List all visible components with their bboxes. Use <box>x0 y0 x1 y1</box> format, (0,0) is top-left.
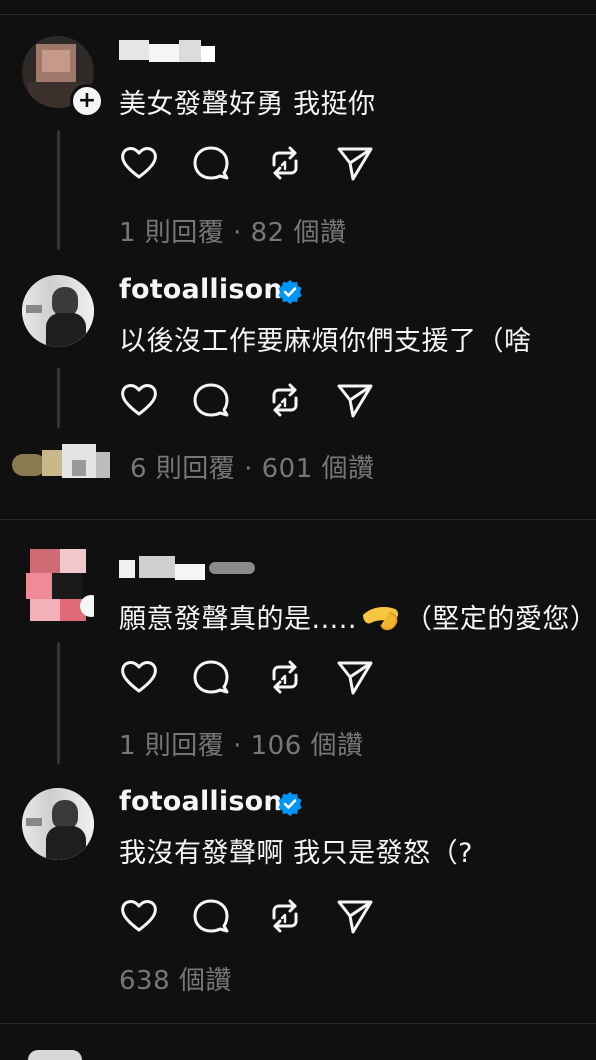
avatar[interactable] <box>22 788 94 860</box>
action-bar <box>119 657 399 697</box>
top-divider <box>0 14 596 15</box>
repost-button[interactable] <box>265 896 305 936</box>
heart-icon <box>121 147 157 179</box>
replies-link[interactable]: 1 則回覆 <box>119 218 224 248</box>
likes-count[interactable]: 638 個讚 <box>119 966 232 996</box>
repost-button[interactable] <box>265 657 305 697</box>
comment-text-part: （堅定的愛您） <box>404 604 596 635</box>
share-button[interactable] <box>335 380 375 420</box>
heart-icon <box>121 900 157 932</box>
likes-count[interactable]: 106 個讚 <box>251 731 364 761</box>
verified-badge-icon <box>278 280 302 304</box>
comment-stats: 1 則回覆 · 106 個讚 <box>119 725 364 762</box>
comment-text: 美女發聲好勇 我挺你 <box>119 89 376 120</box>
like-button[interactable] <box>119 380 159 420</box>
username-censored <box>119 556 259 582</box>
share-button[interactable] <box>335 657 375 697</box>
comment-text-part: 願意發聲真的是..... <box>119 604 357 635</box>
repost-icon <box>272 383 298 417</box>
heart-icon <box>121 384 157 416</box>
next-item-partial <box>28 1050 82 1060</box>
thread-line <box>57 368 60 428</box>
likes-count[interactable]: 601 個讚 <box>262 454 375 484</box>
username-censored <box>119 40 215 66</box>
comment-button[interactable] <box>191 896 231 936</box>
verified-badge-icon <box>278 792 302 816</box>
action-bar <box>119 896 399 936</box>
likes-count[interactable]: 82 個讚 <box>251 218 347 248</box>
comment-button[interactable] <box>191 657 231 697</box>
username[interactable]: fotoallison <box>119 274 283 305</box>
heart-icon <box>121 661 157 693</box>
stats-separator: · <box>233 731 242 761</box>
thread-divider <box>0 519 596 520</box>
thread-line <box>57 642 60 764</box>
comment-text: 我沒有發聲啊 我只是發怒（? <box>119 838 473 869</box>
action-bar <box>119 143 399 183</box>
like-button[interactable] <box>119 896 159 936</box>
replies-link[interactable]: 6 則回覆 <box>130 454 235 484</box>
share-button[interactable] <box>335 143 375 183</box>
action-bar <box>119 380 399 420</box>
stats-separator: · <box>244 454 253 484</box>
send-icon <box>337 384 373 418</box>
comment-stats: 1 則回覆 · 82 個讚 <box>119 212 346 249</box>
username[interactable]: fotoallison <box>119 786 283 817</box>
comment-bubble-icon <box>193 899 229 933</box>
repost-button[interactable] <box>265 380 305 420</box>
share-button[interactable] <box>335 896 375 936</box>
reply-stats: 6 則回覆 · 601 個讚 <box>130 448 375 485</box>
repost-icon <box>272 660 298 694</box>
send-icon <box>337 147 373 181</box>
replies-link[interactable]: 1 則回覆 <box>119 731 224 761</box>
stats-separator: · <box>233 218 242 248</box>
follow-button[interactable]: + <box>70 84 104 118</box>
thread-line <box>57 130 60 250</box>
replier-avatars-censored <box>12 444 122 480</box>
comment-button[interactable] <box>191 380 231 420</box>
avatar[interactable] <box>22 549 94 621</box>
repost-button[interactable] <box>265 143 305 183</box>
comment-text: 以後沒工作要麻煩你們支援了（啥 <box>119 326 532 357</box>
reply-stats: 638 個讚 <box>119 960 232 997</box>
send-icon <box>337 900 373 934</box>
thread-divider <box>0 1023 596 1024</box>
comment-bubble-icon <box>193 660 229 694</box>
like-button[interactable] <box>119 143 159 183</box>
comment-bubble-icon <box>193 383 229 417</box>
comment-button[interactable] <box>191 143 231 183</box>
send-icon <box>337 661 373 695</box>
repost-icon <box>272 146 298 180</box>
comment-text: 願意發聲真的是..... （堅定的愛您） <box>119 597 596 640</box>
like-button[interactable] <box>119 657 159 697</box>
saluting-face-icon <box>361 601 401 640</box>
comment-bubble-icon <box>193 146 229 180</box>
avatar[interactable] <box>22 275 94 347</box>
repost-icon <box>272 899 298 933</box>
